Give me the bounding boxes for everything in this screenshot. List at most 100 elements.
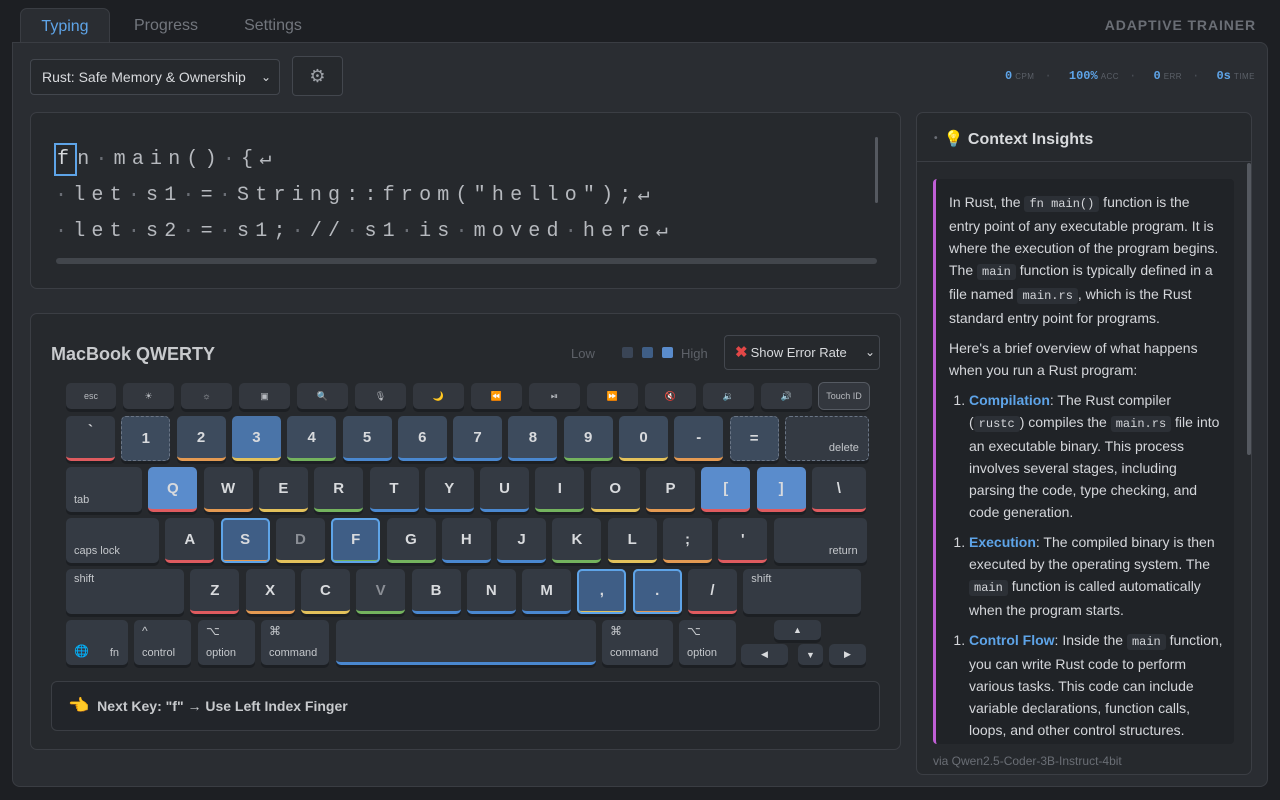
key-arrow-down[interactable]: ▼ xyxy=(798,644,823,665)
key-l[interactable]: L xyxy=(607,518,657,563)
key-7[interactable]: 7 xyxy=(453,416,503,461)
insights-scrollbar[interactable] xyxy=(1247,163,1251,455)
key-equals[interactable]: = xyxy=(729,416,779,461)
key-space[interactable] xyxy=(336,620,596,665)
key-c[interactable]: C xyxy=(300,569,350,614)
tab-settings[interactable]: Settings xyxy=(224,8,322,43)
heatmap-mode-value: Show Error Rate xyxy=(750,345,847,360)
key-left-bracket[interactable]: [ xyxy=(701,467,751,512)
key-n[interactable]: N xyxy=(466,569,516,614)
key-q[interactable]: Q xyxy=(148,467,198,512)
key-left-command[interactable]: ⌘ command xyxy=(261,620,329,665)
key-v[interactable]: V xyxy=(356,569,406,614)
key-caps-lock[interactable]: caps lock xyxy=(66,518,159,563)
key-w[interactable]: W xyxy=(203,467,253,512)
key-a[interactable]: A xyxy=(165,518,215,563)
key-8[interactable]: 8 xyxy=(508,416,558,461)
key-touch-id[interactable]: Touch ID xyxy=(818,382,870,410)
key-t[interactable]: T xyxy=(369,467,419,512)
key-6[interactable]: 6 xyxy=(397,416,447,461)
horizontal-scrollbar[interactable] xyxy=(56,258,877,264)
mute-icon[interactable]: 🔇 xyxy=(645,383,696,409)
next-key-text: Next Key: "f" → Use Left Index Finger xyxy=(97,698,348,714)
key-i[interactable]: I xyxy=(535,467,585,512)
mission-control-icon[interactable]: ▣ xyxy=(239,383,290,409)
key-5[interactable]: 5 xyxy=(342,416,392,461)
key-fn[interactable]: fn 🌐 xyxy=(66,620,128,665)
key-tab[interactable]: tab xyxy=(66,467,142,512)
brightness-down-icon[interactable]: ☀ xyxy=(123,383,174,409)
insight-item-title: Execution xyxy=(969,534,1036,550)
tab-progress[interactable]: Progress xyxy=(120,8,212,43)
key-m[interactable]: M xyxy=(522,569,572,614)
main-panel: Rust: Safe Memory & Ownership ⌄ ⚙ 0 CPM · 1… xyxy=(12,42,1268,787)
key-arrow-left[interactable]: ◀ xyxy=(741,644,788,665)
typing-area[interactable]: f n·main()·{↵ ·let·s1·=·String::from("hel… xyxy=(30,112,901,289)
microphone-icon[interactable]: 🎙 xyxy=(355,383,406,409)
fast-forward-icon[interactable]: ⏩ xyxy=(587,383,638,409)
key-period[interactable]: . xyxy=(632,569,682,614)
course-select[interactable]: Rust: Safe Memory & Ownership ⌄ xyxy=(30,59,280,95)
key-right-shift[interactable]: shift xyxy=(743,569,862,614)
key-slash[interactable]: / xyxy=(688,569,737,614)
key-delete[interactable]: delete xyxy=(784,416,869,461)
rewind-icon[interactable]: ⏪ xyxy=(471,383,522,409)
key-j[interactable]: J xyxy=(497,518,547,563)
key-o[interactable]: O xyxy=(590,467,640,512)
key-g[interactable]: G xyxy=(386,518,436,563)
key-right-command-label: command xyxy=(610,647,659,659)
search-icon[interactable]: 🔍 xyxy=(297,383,348,409)
brightness-up-icon[interactable]: ☼ xyxy=(181,383,232,409)
key-minus[interactable]: - xyxy=(674,416,724,461)
key-s[interactable]: S xyxy=(220,518,270,563)
key-b[interactable]: B xyxy=(411,569,461,614)
key-right-option[interactable]: ⌥ option xyxy=(679,620,736,665)
insights-body: In Rust, the fn main() function is the e… xyxy=(933,179,1234,744)
play-pause-icon[interactable]: ⏯ xyxy=(529,383,580,409)
insight-list-item: Execution: The compiled binary is then e… xyxy=(969,531,1224,621)
key-backslash[interactable]: \ xyxy=(811,467,866,512)
key-f[interactable]: F xyxy=(331,518,381,563)
key-4[interactable]: 4 xyxy=(287,416,337,461)
key-h[interactable]: H xyxy=(441,518,491,563)
volume-down-icon[interactable]: 🔉 xyxy=(703,383,754,409)
tab-typing[interactable]: Typing xyxy=(20,8,110,43)
key-left-shift[interactable]: shift xyxy=(66,569,184,614)
key-return[interactable]: return xyxy=(773,518,867,563)
insights-header[interactable]: • 💡 Context Insights xyxy=(917,113,1251,162)
key-left-option[interactable]: ⌥ option xyxy=(198,620,255,665)
moon-icon[interactable]: 🌙 xyxy=(413,383,464,409)
key-right-command[interactable]: ⌘ command xyxy=(602,620,673,665)
key-right-bracket[interactable]: ] xyxy=(756,467,806,512)
key-esc[interactable]: esc xyxy=(66,383,116,409)
settings-button[interactable]: ⚙ xyxy=(292,56,343,96)
key-z[interactable]: Z xyxy=(190,569,240,614)
key-r[interactable]: R xyxy=(314,467,364,512)
key-p[interactable]: P xyxy=(646,467,695,512)
vertical-scrollbar[interactable] xyxy=(875,137,878,203)
pointing-hand-icon: 👈 xyxy=(68,696,90,715)
key-3[interactable]: 3 xyxy=(231,416,281,461)
key-control[interactable]: ^ control xyxy=(134,620,191,665)
course-select-value: Rust: Safe Memory & Ownership xyxy=(42,69,246,85)
key-d[interactable]: D xyxy=(275,518,325,563)
key-x[interactable]: X xyxy=(245,569,295,614)
key-arrow-up[interactable]: ▲ xyxy=(774,620,821,640)
heatmap-mode-select[interactable]: ✖ Show Error Rate ⌄ xyxy=(724,335,880,370)
key-0[interactable]: 0 xyxy=(619,416,668,461)
key-quote[interactable]: ' xyxy=(718,518,768,563)
key-1[interactable]: 1 xyxy=(121,416,171,461)
key-9[interactable]: 9 xyxy=(563,416,613,461)
key-y[interactable]: Y xyxy=(424,467,474,512)
key-arrow-right[interactable]: ▶ xyxy=(829,644,866,665)
key-e[interactable]: E xyxy=(258,467,308,512)
key-k[interactable]: K xyxy=(552,518,602,563)
key-backtick[interactable]: ` xyxy=(66,416,115,461)
key-semicolon[interactable]: ; xyxy=(663,518,712,563)
model-credit: via Qwen2.5-Coder-3B-Instruct-4bit xyxy=(933,754,1122,768)
key-u[interactable]: U xyxy=(480,467,530,512)
key-comma[interactable]: , xyxy=(577,569,627,614)
tab-bar: Typing Progress Settings ADAPTIVE TRAINE… xyxy=(12,0,1268,43)
key-2[interactable]: 2 xyxy=(176,416,226,461)
volume-up-icon[interactable]: 🔊 xyxy=(761,383,812,409)
